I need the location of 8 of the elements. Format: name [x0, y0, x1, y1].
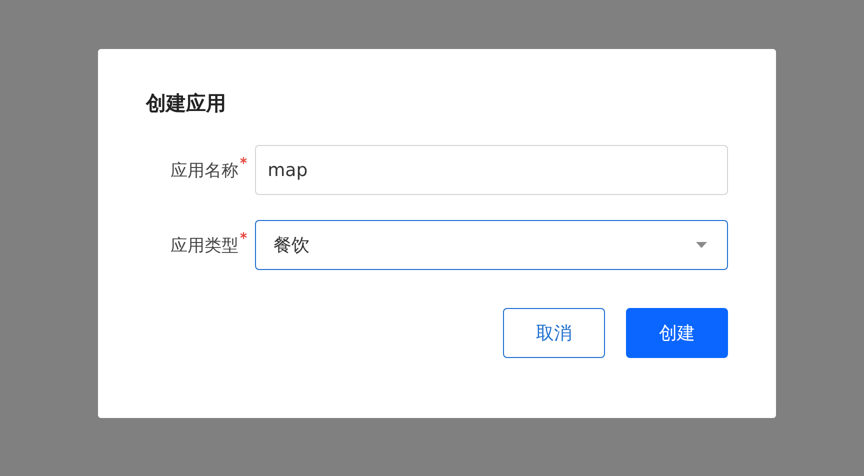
field-label: 应用类型 — [170, 234, 239, 256]
type-select[interactable]: 餐饮 — [254, 220, 728, 270]
cancel-button[interactable]: 取消 — [503, 308, 605, 358]
dialog-title: 创建应用 — [146, 90, 227, 117]
create-button[interactable]: 创建 — [626, 308, 728, 358]
name-input[interactable]: map — [254, 145, 728, 195]
caret-icon — [696, 242, 707, 248]
field-label: 应用名称 — [170, 160, 239, 182]
